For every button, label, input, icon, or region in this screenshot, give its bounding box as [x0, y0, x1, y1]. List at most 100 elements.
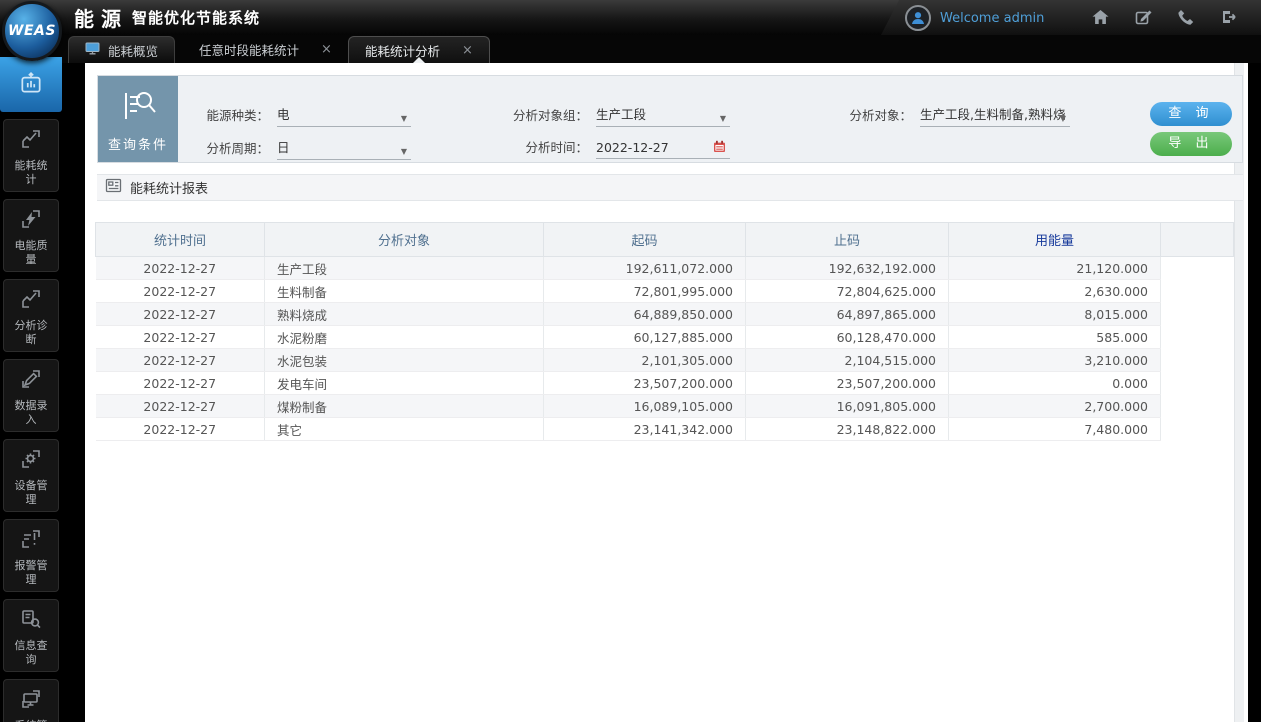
sidebar-item-label: 数据录入	[12, 399, 50, 427]
table-row: 2022-12-27熟料烧成64,889,850.00064,897,865.0…	[96, 303, 1234, 326]
field-analysis-object: 分析对象：生产工段,生料制备,熟料烧▼	[846, 104, 1070, 127]
analysis-object-group-value: 生产工段	[596, 107, 646, 122]
cell-r2-c2: 生料制备	[265, 280, 544, 303]
lightning-icon	[19, 207, 43, 235]
analysis-object-value: 生产工段,生料制备,熟料烧	[920, 107, 1065, 122]
app-title: 能源 智能优化节能系统	[74, 0, 260, 35]
table-row: 2022-12-27发电车间23,507,200.00023,507,200.0…	[96, 372, 1234, 395]
tab-bar: 能耗概览 任意时段能耗统计 × 能耗统计分析 ×	[0, 35, 1261, 63]
column-header-filler	[1161, 223, 1234, 257]
home-icon[interactable]	[1091, 8, 1110, 26]
tab-label: 能耗统计分析	[365, 41, 440, 60]
cell-r7-c1: 2022-12-27	[96, 395, 265, 418]
table-row: 2022-12-27其它23,141,342.00023,148,822.000…	[96, 418, 1234, 441]
sidebar-item-alarm-management[interactable]: 报警管理	[3, 519, 59, 592]
sidebar-item-label: 报警管理	[12, 559, 50, 587]
alarm-icon	[19, 527, 43, 555]
column-header-2: 分析对象	[265, 223, 544, 257]
sidebar-item-label: 能耗统计	[12, 159, 50, 187]
cell-r4-c4: 60,128,470.000	[746, 326, 949, 349]
cell-filler	[1161, 372, 1234, 395]
dropdown-arrow-icon: ▼	[720, 114, 726, 123]
cell-r7-c5: 2,700.000	[949, 395, 1161, 418]
cell-r4-c5: 585.000	[949, 326, 1161, 349]
sidebar-item-system-management[interactable]: 系统管理	[3, 679, 59, 722]
energy-type-value: 电	[277, 107, 290, 122]
cell-r2-c3: 72,801,995.000	[544, 280, 746, 303]
content-panel: 查询条件 能源种类：电▼分析周期：日▼分析对象组：生产工段▼分析时间：2022-…	[85, 63, 1248, 722]
field-analysis-object-group: 分析对象组：生产工段▼	[498, 104, 730, 127]
sidebar: 能耗统计电能质量分析诊断数据录入设备管理报警管理信息查询系统管理	[0, 57, 62, 722]
tab-label: 任意时段能耗统计	[199, 40, 299, 59]
close-tab-icon[interactable]: ×	[462, 43, 473, 58]
sidebar-item-energy-statistics[interactable]: 能耗统计	[3, 119, 59, 192]
cell-r3-c4: 64,897,865.000	[746, 303, 949, 326]
sidebar-item-label: 分析诊断	[12, 319, 50, 347]
analysis-period-label: 分析周期：	[193, 138, 269, 160]
query-conditions-label: 查询条件	[108, 134, 168, 153]
cell-filler	[1161, 418, 1234, 441]
weas-logo: WEAS	[2, 1, 62, 61]
calendar-icon[interactable]	[713, 140, 726, 156]
search-doc-icon	[118, 85, 158, 129]
cell-r2-c5: 2,630.000	[949, 280, 1161, 303]
analysis-period-select[interactable]: 日▼	[277, 137, 411, 160]
cell-filler	[1161, 395, 1234, 418]
table-row: 2022-12-27煤粉制备16,089,105.00016,091,805.0…	[96, 395, 1234, 418]
report-icon	[105, 177, 122, 198]
cell-r4-c3: 60,127,885.000	[544, 326, 746, 349]
search-button[interactable]: 查 询	[1150, 102, 1232, 126]
cell-r3-c3: 64,889,850.000	[544, 303, 746, 326]
cell-filler	[1161, 257, 1234, 280]
cell-r1-c3: 192,611,072.000	[544, 257, 746, 280]
query-conditions-panel: 查询条件	[98, 76, 178, 162]
column-header-4: 止码	[746, 223, 949, 257]
close-tab-icon[interactable]: ×	[321, 42, 332, 57]
app-title-sub: 智能优化节能系统	[132, 7, 260, 28]
sidebar-item-label: 设备管理	[12, 479, 50, 507]
tab-1[interactable]: 能耗概览	[68, 36, 175, 63]
cell-filler	[1161, 280, 1234, 303]
tab-2[interactable]: 任意时段能耗统计 ×	[183, 36, 348, 63]
analysis-time-date-input[interactable]: 2022-12-27	[596, 140, 730, 159]
cell-r1-c5: 21,120.000	[949, 257, 1161, 280]
cell-r5-c4: 2,104,515.000	[746, 349, 949, 372]
cell-r8-c2: 其它	[265, 418, 544, 441]
cell-r3-c1: 2022-12-27	[96, 303, 265, 326]
cell-r5-c3: 2,101,305.000	[544, 349, 746, 372]
report-title: 能耗统计报表	[130, 178, 208, 197]
dropdown-arrow-icon: ▼	[1060, 114, 1066, 123]
cell-r6-c4: 23,507,200.000	[746, 372, 949, 395]
energy-type-select[interactable]: 电▼	[277, 104, 411, 127]
edit-icon[interactable]	[1134, 8, 1153, 26]
tab-3[interactable]: 能耗统计分析 ×	[348, 36, 490, 63]
export-button[interactable]: 导 出	[1150, 132, 1232, 156]
cell-r2-c4: 72,804,625.000	[746, 280, 949, 303]
sidebar-item-device-management[interactable]: 设备管理	[3, 439, 59, 512]
logout-icon[interactable]	[1220, 8, 1239, 26]
cell-r6-c3: 23,507,200.000	[544, 372, 746, 395]
field-analysis-period: 分析周期： 日▼	[193, 137, 411, 160]
cell-r3-c5: 8,015.000	[949, 303, 1161, 326]
top-action-icons	[1091, 8, 1239, 26]
table-row: 2022-12-27生料制备72,801,995.00072,804,625.0…	[96, 280, 1234, 303]
sidebar-item-analysis-diagnosis[interactable]: 分析诊断	[3, 279, 59, 352]
sidebar-item-info-query[interactable]: 信息查询	[3, 599, 59, 672]
analysis-object-group-select[interactable]: 生产工段 ▼	[596, 104, 730, 127]
trend-icon	[19, 127, 43, 155]
sidebar-item-power-quality[interactable]: 电能质量	[3, 199, 59, 272]
analysis-object-select[interactable]: 生产工段,生料制备,熟料烧▼	[920, 104, 1070, 127]
phone-icon[interactable]	[1177, 8, 1196, 26]
cell-r5-c2: 水泥包装	[265, 349, 544, 372]
app-title-main: 能源	[74, 3, 128, 32]
cell-filler	[1161, 326, 1234, 349]
cell-filler	[1161, 349, 1234, 372]
cell-r8-c1: 2022-12-27	[96, 418, 265, 441]
screen-icon	[19, 687, 43, 715]
sidebar-item-data-entry[interactable]: 数据录入	[3, 359, 59, 432]
table-row: 2022-12-27生产工段192,611,072.000192,632,192…	[96, 257, 1234, 280]
monitor-icon	[85, 42, 100, 58]
field-analysis-time: 分析时间：2022-12-27	[498, 137, 730, 159]
cell-r3-c2: 熟料烧成	[265, 303, 544, 326]
sidebar-home-button[interactable]	[0, 57, 62, 112]
